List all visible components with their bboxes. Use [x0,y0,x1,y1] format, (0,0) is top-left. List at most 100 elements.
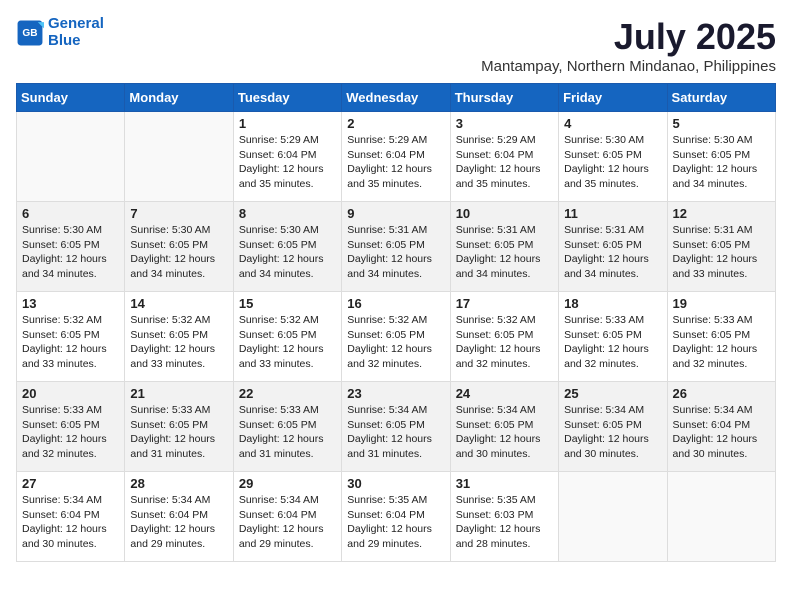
day-info: Sunrise: 5:30 AMSunset: 6:05 PMDaylight:… [239,223,336,282]
day-info: Sunrise: 5:34 AMSunset: 6:04 PMDaylight:… [22,493,119,552]
day-info: Sunrise: 5:34 AMSunset: 6:04 PMDaylight:… [130,493,227,552]
title-block: July 2025 Mantampay, Northern Mindanao, … [481,16,776,75]
day-info: Sunrise: 5:30 AMSunset: 6:05 PMDaylight:… [673,133,770,192]
calendar-cell: 23Sunrise: 5:34 AMSunset: 6:05 PMDayligh… [342,382,450,472]
day-number: 11 [564,206,661,221]
calendar-cell [667,472,775,562]
day-info: Sunrise: 5:34 AMSunset: 6:04 PMDaylight:… [239,493,336,552]
day-number: 27 [22,476,119,491]
day-info: Sunrise: 5:32 AMSunset: 6:05 PMDaylight:… [22,313,119,372]
day-number: 24 [456,386,553,401]
day-info: Sunrise: 5:34 AMSunset: 6:05 PMDaylight:… [347,403,444,462]
logo-text: General Blue [48,16,104,49]
calendar-cell: 11 Sunrise: 5:31 AMSunset: 6:05 PMDayligh… [559,202,667,292]
calendar-cell: 5 Sunrise: 5:30 AMSunset: 6:05 PMDaylight… [667,112,775,202]
day-number: 29 [239,476,336,491]
day-number: 5 [673,116,770,131]
logo-icon: GB [16,19,44,47]
day-info: Sunrise: 5:29 AMSunset: 6:04 PMDaylight:… [456,133,553,192]
day-number: 16 [347,296,444,311]
day-info: Sunrise: 5:34 AMSunset: 6:05 PMDaylight:… [564,403,661,462]
logo-line1: General [48,15,104,32]
day-info: Sunrise: 5:33 AMSunset: 6:05 PMDaylight:… [22,403,119,462]
day-number: 12 [673,206,770,221]
calendar-cell: 12 Sunrise: 5:31 AMSunset: 6:05 PMDayligh… [667,202,775,292]
calendar-cell: 15 Sunrise: 5:32 AMSunset: 6:05 PMDayligh… [233,292,341,382]
calendar-cell: 25 Sunrise: 5:34 AMSunset: 6:05 PMDayligh… [559,382,667,472]
calendar-cell: 13 Sunrise: 5:32 AMSunset: 6:05 PMDayligh… [17,292,125,382]
day-number: 6 [22,206,119,221]
day-info: Sunrise: 5:35 AMSunset: 6:03 PMDaylight:… [456,493,553,552]
svg-text:GB: GB [22,28,37,39]
day-info: Sunrise: 5:31 AMSunset: 6:05 PMDaylight:… [347,223,444,282]
day-number: 19 [673,296,770,311]
calendar-week-row: 13 Sunrise: 5:32 AMSunset: 6:05 PMDayligh… [17,292,776,382]
day-number: 13 [22,296,119,311]
calendar-week-row: 1Sunrise: 5:29 AMSunset: 6:04 PMDaylight… [17,112,776,202]
calendar-cell: 24 Sunrise: 5:34 AMSunset: 6:05 PMDayligh… [450,382,558,472]
calendar-cell [559,472,667,562]
day-info: Sunrise: 5:29 AMSunset: 6:04 PMDaylight:… [239,133,336,192]
calendar-cell: 16Sunrise: 5:32 AMSunset: 6:05 PMDayligh… [342,292,450,382]
day-info: Sunrise: 5:30 AMSunset: 6:05 PMDaylight:… [564,133,661,192]
calendar-cell [17,112,125,202]
day-info: Sunrise: 5:33 AMSunset: 6:05 PMDaylight:… [673,313,770,372]
day-info: Sunrise: 5:33 AMSunset: 6:05 PMDaylight:… [130,403,227,462]
main-title: July 2025 [481,16,776,58]
calendar-cell: 28Sunrise: 5:34 AMSunset: 6:04 PMDayligh… [125,472,233,562]
calendar-week-row: 27 Sunrise: 5:34 AMSunset: 6:04 PMDayligh… [17,472,776,562]
day-info: Sunrise: 5:31 AMSunset: 6:05 PMDaylight:… [673,223,770,282]
calendar-cell: 21Sunrise: 5:33 AMSunset: 6:05 PMDayligh… [125,382,233,472]
day-number: 14 [130,296,227,311]
calendar-cell: 9 Sunrise: 5:31 AMSunset: 6:05 PMDaylight… [342,202,450,292]
page-header: GB General Blue July 2025 Mantampay, Nor… [16,16,776,75]
calendar-cell [125,112,233,202]
calendar-cell: 2Sunrise: 5:29 AMSunset: 6:04 PMDaylight… [342,112,450,202]
calendar: SundayMondayTuesdayWednesdayThursdayFrid… [16,83,776,562]
day-info: Sunrise: 5:34 AMSunset: 6:05 PMDaylight:… [456,403,553,462]
day-number: 3 [456,116,553,131]
day-info: Sunrise: 5:31 AMSunset: 6:05 PMDaylight:… [564,223,661,282]
day-info: Sunrise: 5:34 AMSunset: 6:04 PMDaylight:… [673,403,770,462]
calendar-cell: 27 Sunrise: 5:34 AMSunset: 6:04 PMDayligh… [17,472,125,562]
day-info: Sunrise: 5:32 AMSunset: 6:05 PMDaylight:… [239,313,336,372]
day-number: 15 [239,296,336,311]
calendar-cell: 6 Sunrise: 5:30 AMSunset: 6:05 PMDaylight… [17,202,125,292]
day-info: Sunrise: 5:31 AMSunset: 6:05 PMDaylight:… [456,223,553,282]
logo: GB General Blue [16,16,104,49]
day-number: 26 [673,386,770,401]
weekday-header: Sunday [17,84,125,112]
calendar-cell: 17 Sunrise: 5:32 AMSunset: 6:05 PMDayligh… [450,292,558,382]
day-number: 8 [239,206,336,221]
calendar-cell: 22 Sunrise: 5:33 AMSunset: 6:05 PMDayligh… [233,382,341,472]
day-number: 25 [564,386,661,401]
calendar-cell: 7 Sunrise: 5:30 AMSunset: 6:05 PMDaylight… [125,202,233,292]
day-info: Sunrise: 5:29 AMSunset: 6:04 PMDaylight:… [347,133,444,192]
day-number: 22 [239,386,336,401]
day-number: 17 [456,296,553,311]
day-number: 9 [347,206,444,221]
calendar-cell: 30 Sunrise: 5:35 AMSunset: 6:04 PMDayligh… [342,472,450,562]
day-number: 31 [456,476,553,491]
calendar-cell: 3 Sunrise: 5:29 AMSunset: 6:04 PMDaylight… [450,112,558,202]
day-info: Sunrise: 5:32 AMSunset: 6:05 PMDaylight:… [456,313,553,372]
calendar-cell: 29 Sunrise: 5:34 AMSunset: 6:04 PMDayligh… [233,472,341,562]
calendar-cell: 20Sunrise: 5:33 AMSunset: 6:05 PMDayligh… [17,382,125,472]
logo-line2: Blue [48,32,81,49]
day-info: Sunrise: 5:35 AMSunset: 6:04 PMDaylight:… [347,493,444,552]
day-number: 18 [564,296,661,311]
day-info: Sunrise: 5:30 AMSunset: 6:05 PMDaylight:… [22,223,119,282]
calendar-cell: 19 Sunrise: 5:33 AMSunset: 6:05 PMDayligh… [667,292,775,382]
day-number: 30 [347,476,444,491]
weekday-header: Thursday [450,84,558,112]
calendar-week-row: 6 Sunrise: 5:30 AMSunset: 6:05 PMDaylight… [17,202,776,292]
calendar-cell: 18Sunrise: 5:33 AMSunset: 6:05 PMDayligh… [559,292,667,382]
calendar-cell: 8 Sunrise: 5:30 AMSunset: 6:05 PMDaylight… [233,202,341,292]
day-info: Sunrise: 5:30 AMSunset: 6:05 PMDaylight:… [130,223,227,282]
day-number: 7 [130,206,227,221]
day-number: 4 [564,116,661,131]
weekday-header: Wednesday [342,84,450,112]
weekday-header: Tuesday [233,84,341,112]
day-info: Sunrise: 5:33 AMSunset: 6:05 PMDaylight:… [239,403,336,462]
calendar-cell: 1Sunrise: 5:29 AMSunset: 6:04 PMDaylight… [233,112,341,202]
